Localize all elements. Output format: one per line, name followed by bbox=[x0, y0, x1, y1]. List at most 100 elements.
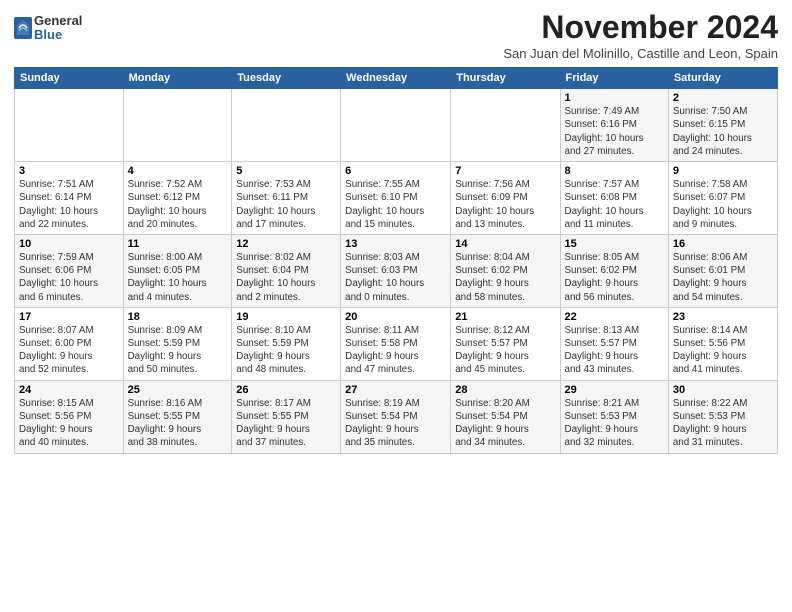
header-friday: Friday bbox=[560, 68, 668, 89]
calendar-cell bbox=[451, 89, 560, 162]
calendar-cell: 24Sunrise: 8:15 AM Sunset: 5:56 PM Dayli… bbox=[15, 380, 124, 453]
day-number: 9 bbox=[673, 165, 773, 177]
day-number: 23 bbox=[673, 311, 773, 323]
calendar-cell: 11Sunrise: 8:00 AM Sunset: 6:05 PM Dayli… bbox=[123, 234, 232, 307]
day-number: 5 bbox=[236, 165, 336, 177]
day-info: Sunrise: 8:02 AM Sunset: 6:04 PM Dayligh… bbox=[236, 251, 336, 304]
calendar-cell: 20Sunrise: 8:11 AM Sunset: 5:58 PM Dayli… bbox=[341, 307, 451, 380]
calendar-cell: 22Sunrise: 8:13 AM Sunset: 5:57 PM Dayli… bbox=[560, 307, 668, 380]
header-sunday: Sunday bbox=[15, 68, 124, 89]
day-number: 16 bbox=[673, 238, 773, 250]
day-number: 24 bbox=[19, 384, 119, 396]
day-info: Sunrise: 7:56 AM Sunset: 6:09 PM Dayligh… bbox=[455, 178, 555, 231]
day-info: Sunrise: 8:17 AM Sunset: 5:55 PM Dayligh… bbox=[236, 397, 336, 450]
calendar-cell: 27Sunrise: 8:19 AM Sunset: 5:54 PM Dayli… bbox=[341, 380, 451, 453]
day-number: 19 bbox=[236, 311, 336, 323]
day-info: Sunrise: 7:51 AM Sunset: 6:14 PM Dayligh… bbox=[19, 178, 119, 231]
calendar-cell: 29Sunrise: 8:21 AM Sunset: 5:53 PM Dayli… bbox=[560, 380, 668, 453]
calendar-cell bbox=[123, 89, 232, 162]
day-info: Sunrise: 7:52 AM Sunset: 6:12 PM Dayligh… bbox=[128, 178, 228, 231]
day-number: 10 bbox=[19, 238, 119, 250]
day-info: Sunrise: 8:00 AM Sunset: 6:05 PM Dayligh… bbox=[128, 251, 228, 304]
day-info: Sunrise: 7:50 AM Sunset: 6:15 PM Dayligh… bbox=[673, 105, 773, 158]
calendar-cell: 9Sunrise: 7:58 AM Sunset: 6:07 PM Daylig… bbox=[668, 162, 777, 235]
day-info: Sunrise: 8:07 AM Sunset: 6:00 PM Dayligh… bbox=[19, 324, 119, 377]
calendar-cell: 12Sunrise: 8:02 AM Sunset: 6:04 PM Dayli… bbox=[232, 234, 341, 307]
day-info: Sunrise: 8:19 AM Sunset: 5:54 PM Dayligh… bbox=[345, 397, 446, 450]
calendar-week-row: 1Sunrise: 7:49 AM Sunset: 6:16 PM Daylig… bbox=[15, 89, 778, 162]
calendar-cell: 21Sunrise: 8:12 AM Sunset: 5:57 PM Dayli… bbox=[451, 307, 560, 380]
calendar-cell: 23Sunrise: 8:14 AM Sunset: 5:56 PM Dayli… bbox=[668, 307, 777, 380]
day-info: Sunrise: 8:11 AM Sunset: 5:58 PM Dayligh… bbox=[345, 324, 446, 377]
calendar-cell: 5Sunrise: 7:53 AM Sunset: 6:11 PM Daylig… bbox=[232, 162, 341, 235]
calendar-cell: 18Sunrise: 8:09 AM Sunset: 5:59 PM Dayli… bbox=[123, 307, 232, 380]
day-info: Sunrise: 8:04 AM Sunset: 6:02 PM Dayligh… bbox=[455, 251, 555, 304]
day-number: 29 bbox=[565, 384, 664, 396]
weekday-header-row: Sunday Monday Tuesday Wednesday Thursday… bbox=[15, 68, 778, 89]
day-info: Sunrise: 7:49 AM Sunset: 6:16 PM Dayligh… bbox=[565, 105, 664, 158]
logo-general-label: General bbox=[34, 14, 82, 28]
header-wednesday: Wednesday bbox=[341, 68, 451, 89]
calendar-cell: 6Sunrise: 7:55 AM Sunset: 6:10 PM Daylig… bbox=[341, 162, 451, 235]
calendar-cell: 19Sunrise: 8:10 AM Sunset: 5:59 PM Dayli… bbox=[232, 307, 341, 380]
header: General Blue November 2024 San Juan del … bbox=[14, 10, 778, 61]
day-info: Sunrise: 7:59 AM Sunset: 6:06 PM Dayligh… bbox=[19, 251, 119, 304]
calendar-cell: 3Sunrise: 7:51 AM Sunset: 6:14 PM Daylig… bbox=[15, 162, 124, 235]
day-number: 14 bbox=[455, 238, 555, 250]
calendar-cell: 1Sunrise: 7:49 AM Sunset: 6:16 PM Daylig… bbox=[560, 89, 668, 162]
day-info: Sunrise: 8:09 AM Sunset: 5:59 PM Dayligh… bbox=[128, 324, 228, 377]
calendar-cell: 26Sunrise: 8:17 AM Sunset: 5:55 PM Dayli… bbox=[232, 380, 341, 453]
day-number: 25 bbox=[128, 384, 228, 396]
calendar-table: Sunday Monday Tuesday Wednesday Thursday… bbox=[14, 67, 778, 453]
calendar-cell: 28Sunrise: 8:20 AM Sunset: 5:54 PM Dayli… bbox=[451, 380, 560, 453]
day-number: 20 bbox=[345, 311, 446, 323]
day-number: 13 bbox=[345, 238, 446, 250]
day-info: Sunrise: 8:22 AM Sunset: 5:53 PM Dayligh… bbox=[673, 397, 773, 450]
day-number: 21 bbox=[455, 311, 555, 323]
calendar-week-row: 24Sunrise: 8:15 AM Sunset: 5:56 PM Dayli… bbox=[15, 380, 778, 453]
day-info: Sunrise: 8:20 AM Sunset: 5:54 PM Dayligh… bbox=[455, 397, 555, 450]
calendar-cell: 13Sunrise: 8:03 AM Sunset: 6:03 PM Dayli… bbox=[341, 234, 451, 307]
day-info: Sunrise: 7:58 AM Sunset: 6:07 PM Dayligh… bbox=[673, 178, 773, 231]
calendar-cell bbox=[341, 89, 451, 162]
title-block: November 2024 San Juan del Molinillo, Ca… bbox=[503, 10, 778, 61]
calendar-cell bbox=[15, 89, 124, 162]
calendar-week-row: 17Sunrise: 8:07 AM Sunset: 6:00 PM Dayli… bbox=[15, 307, 778, 380]
page-container: General Blue November 2024 San Juan del … bbox=[0, 0, 792, 464]
calendar-cell: 2Sunrise: 7:50 AM Sunset: 6:15 PM Daylig… bbox=[668, 89, 777, 162]
calendar-week-row: 10Sunrise: 7:59 AM Sunset: 6:06 PM Dayli… bbox=[15, 234, 778, 307]
day-number: 28 bbox=[455, 384, 555, 396]
header-monday: Monday bbox=[123, 68, 232, 89]
logo: General Blue bbox=[14, 14, 82, 43]
day-info: Sunrise: 7:57 AM Sunset: 6:08 PM Dayligh… bbox=[565, 178, 664, 231]
day-info: Sunrise: 7:55 AM Sunset: 6:10 PM Dayligh… bbox=[345, 178, 446, 231]
header-tuesday: Tuesday bbox=[232, 68, 341, 89]
day-info: Sunrise: 7:53 AM Sunset: 6:11 PM Dayligh… bbox=[236, 178, 336, 231]
location-subtitle: San Juan del Molinillo, Castille and Leo… bbox=[503, 46, 778, 61]
day-number: 2 bbox=[673, 92, 773, 104]
day-number: 26 bbox=[236, 384, 336, 396]
day-number: 3 bbox=[19, 165, 119, 177]
day-info: Sunrise: 8:16 AM Sunset: 5:55 PM Dayligh… bbox=[128, 397, 228, 450]
day-info: Sunrise: 8:03 AM Sunset: 6:03 PM Dayligh… bbox=[345, 251, 446, 304]
day-number: 8 bbox=[565, 165, 664, 177]
logo-text: General Blue bbox=[34, 14, 82, 43]
logo-icon bbox=[14, 17, 32, 39]
day-number: 11 bbox=[128, 238, 228, 250]
day-info: Sunrise: 8:13 AM Sunset: 5:57 PM Dayligh… bbox=[565, 324, 664, 377]
day-number: 7 bbox=[455, 165, 555, 177]
calendar-cell: 16Sunrise: 8:06 AM Sunset: 6:01 PM Dayli… bbox=[668, 234, 777, 307]
calendar-cell bbox=[232, 89, 341, 162]
calendar-cell: 15Sunrise: 8:05 AM Sunset: 6:02 PM Dayli… bbox=[560, 234, 668, 307]
day-number: 4 bbox=[128, 165, 228, 177]
month-title: November 2024 bbox=[503, 10, 778, 45]
calendar-cell: 8Sunrise: 7:57 AM Sunset: 6:08 PM Daylig… bbox=[560, 162, 668, 235]
day-info: Sunrise: 8:12 AM Sunset: 5:57 PM Dayligh… bbox=[455, 324, 555, 377]
calendar-cell: 17Sunrise: 8:07 AM Sunset: 6:00 PM Dayli… bbox=[15, 307, 124, 380]
day-info: Sunrise: 8:05 AM Sunset: 6:02 PM Dayligh… bbox=[565, 251, 664, 304]
header-thursday: Thursday bbox=[451, 68, 560, 89]
calendar-cell: 14Sunrise: 8:04 AM Sunset: 6:02 PM Dayli… bbox=[451, 234, 560, 307]
calendar-cell: 10Sunrise: 7:59 AM Sunset: 6:06 PM Dayli… bbox=[15, 234, 124, 307]
day-number: 17 bbox=[19, 311, 119, 323]
day-info: Sunrise: 8:14 AM Sunset: 5:56 PM Dayligh… bbox=[673, 324, 773, 377]
